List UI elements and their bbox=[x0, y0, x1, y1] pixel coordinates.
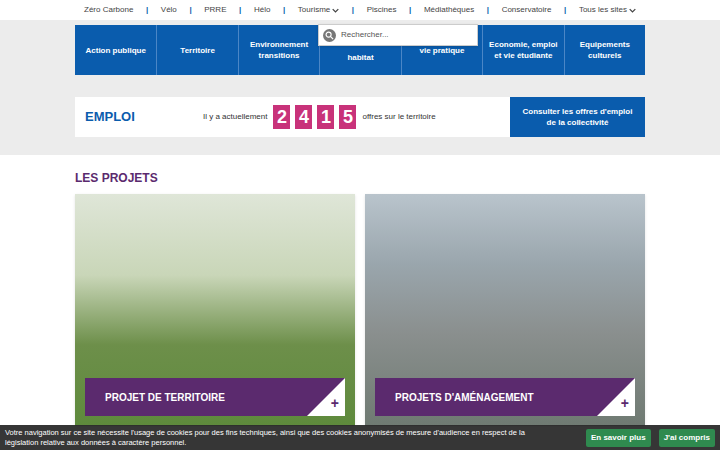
project-card[interactable]: PROJET DE TERRITOIRE + bbox=[75, 194, 355, 426]
emploi-strip: EMPLOIIl y a actuellement 2415 offres sur … bbox=[75, 97, 645, 137]
nav-link[interactable]: Médiathèques bbox=[424, 4, 474, 16]
nav-separator: | bbox=[352, 4, 354, 16]
nav-separator: | bbox=[409, 4, 411, 16]
chevron-down-icon[interactable] bbox=[332, 7, 339, 14]
menu-item[interactable]: Economie, emploiet vie étudiante bbox=[482, 25, 563, 75]
emploi-title: EMPLOI bbox=[75, 97, 203, 137]
nav-separator: | bbox=[189, 4, 191, 16]
project-banner[interactable]: PROJET DE TERRITOIRE + bbox=[85, 378, 345, 416]
emploi-button[interactable]: Consulter les offres d'emploi de la coll… bbox=[510, 97, 645, 137]
count-digit: 5 bbox=[339, 105, 356, 129]
project-banner[interactable]: PROJETS D'AMÉNAGEMENT + bbox=[375, 378, 635, 416]
plus-button[interactable]: + bbox=[621, 396, 629, 410]
nav-link-label[interactable]: Zéro Carbone bbox=[84, 4, 133, 16]
menu-item-line[interactable]: Action publique bbox=[85, 45, 145, 56]
projects-section: LES PROJETSPROJET DE TERRITOIRE+PROJETS … bbox=[0, 155, 720, 426]
nav-link-label[interactable]: Hélo bbox=[254, 4, 270, 16]
menu-item-line[interactable]: Territoire bbox=[180, 45, 215, 56]
menu-item-line[interactable]: transitions bbox=[259, 50, 300, 61]
top-nav: Zéro Carbone | Vélo | PRRE | Hélo | Tourisme | Pis… bbox=[0, 0, 720, 20]
nav-link-label[interactable]: Piscines bbox=[367, 4, 397, 16]
emploi-count: Il y a actuellement 2415 offres sur le ter… bbox=[203, 97, 510, 137]
menu-item-line[interactable]: habitat bbox=[347, 52, 373, 63]
nav-link[interactable]: PRRE bbox=[204, 4, 226, 16]
nav-separator: | bbox=[146, 4, 148, 16]
menu-item-line[interactable]: culturels bbox=[588, 50, 621, 61]
search-box[interactable] bbox=[318, 24, 478, 46]
menu-item-line[interactable]: Equipements bbox=[580, 39, 630, 50]
menu-item[interactable]: Environnementtransitions bbox=[238, 25, 319, 75]
emploi-before: Il y a actuellement bbox=[203, 111, 267, 123]
nav-link-label[interactable]: Tous les sites bbox=[579, 4, 627, 16]
nav-link-label[interactable]: PRRE bbox=[204, 4, 226, 16]
nav-link[interactable]: Conservatoire bbox=[502, 4, 552, 16]
nav-link[interactable]: Zéro Carbone bbox=[84, 4, 133, 16]
projects-heading: LES PROJETS bbox=[75, 169, 645, 187]
menu-item-line[interactable]: vie pratique bbox=[419, 45, 464, 56]
nav-link[interactable]: Piscines bbox=[367, 4, 397, 16]
cookie-text: Votre navigation sur ce site nécessite l… bbox=[5, 428, 578, 448]
plus-button[interactable]: + bbox=[331, 396, 339, 410]
corner-triangle bbox=[307, 378, 345, 416]
count-digit: 2 bbox=[273, 105, 290, 129]
menu-item-line[interactable]: Economie, emploi bbox=[489, 39, 557, 50]
project-card[interactable]: PROJETS D'AMÉNAGEMENT + bbox=[365, 194, 645, 426]
nav-link-label[interactable]: Vélo bbox=[161, 4, 177, 16]
cookie-button[interactable]: En savoir plus bbox=[586, 429, 651, 447]
cookie-bar: Votre navigation sur ce site nécessite l… bbox=[0, 425, 720, 450]
nav-separator: | bbox=[564, 4, 566, 16]
nav-separator: | bbox=[487, 4, 489, 16]
nav-link[interactable]: Tous les sites bbox=[579, 4, 636, 16]
cookie-button[interactable]: J'ai compris bbox=[659, 429, 715, 447]
nav-link[interactable]: Tourisme bbox=[298, 4, 339, 16]
menu-item[interactable]: vie pratique bbox=[401, 45, 482, 75]
nav-separator: | bbox=[283, 4, 285, 16]
search-input[interactable] bbox=[341, 29, 473, 41]
corner-triangle bbox=[597, 378, 635, 416]
count-digit: 1 bbox=[317, 105, 334, 129]
nav-separator: | bbox=[239, 4, 241, 16]
chevron-down-icon[interactable] bbox=[629, 7, 636, 14]
nav-link-label[interactable]: Conservatoire bbox=[502, 4, 552, 16]
project-label[interactable]: PROJETS D'AMÉNAGEMENT bbox=[395, 390, 534, 405]
menu-item[interactable]: Action publique bbox=[75, 25, 156, 75]
search-icon[interactable] bbox=[323, 29, 336, 42]
menu-item-line[interactable]: Environnement bbox=[250, 39, 308, 50]
nav-link[interactable]: Vélo bbox=[161, 4, 177, 16]
nav-link-label[interactable]: Tourisme bbox=[298, 4, 330, 16]
project-label[interactable]: PROJET DE TERRITOIRE bbox=[105, 390, 225, 405]
nav-link[interactable]: Hélo bbox=[254, 4, 270, 16]
menu-item-line[interactable]: et vie étudiante bbox=[494, 50, 552, 61]
nav-link-label[interactable]: Médiathèques bbox=[424, 4, 474, 16]
header-section: Action publique Territoire Environnementtr… bbox=[0, 20, 720, 155]
menu-item[interactable]: Territoire bbox=[156, 25, 237, 75]
emploi-after: offres sur le territoire bbox=[362, 111, 435, 123]
projects-grid: PROJET DE TERRITOIRE+PROJETS D'AMÉNAGEME… bbox=[75, 194, 645, 426]
menu-item[interactable]: Equipementsculturels bbox=[564, 25, 645, 75]
count-digit: 4 bbox=[295, 105, 312, 129]
